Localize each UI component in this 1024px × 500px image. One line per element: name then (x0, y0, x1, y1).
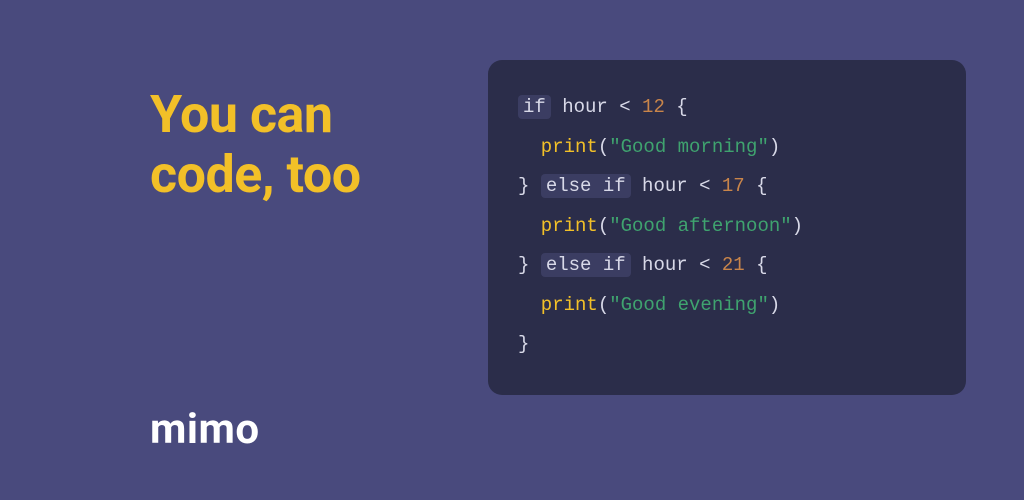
string-literal: "Good morning" (609, 136, 769, 158)
brace-open: { (756, 175, 767, 197)
string-literal: "Good evening" (609, 294, 769, 316)
function-name: print (541, 215, 598, 237)
code-block: if hour < 12 { print("Good morning") } e… (488, 60, 966, 395)
string-literal: "Good afternoon" (609, 215, 791, 237)
code-line: print("Good afternoon") (518, 207, 936, 247)
brace-close: } (518, 254, 529, 276)
keyword-else-if: else if (541, 253, 631, 277)
number-literal: 21 (722, 254, 745, 276)
brand-logo: mimo (150, 405, 260, 454)
paren-close: ) (769, 136, 780, 158)
code-line: } else if hour < 17 { (518, 167, 936, 207)
variable: hour (562, 96, 608, 118)
variable: hour (642, 175, 688, 197)
code-line: print("Good evening") (518, 286, 936, 326)
function-name: print (541, 136, 598, 158)
headline: You cancode, too (150, 85, 361, 205)
paren-open: ( (598, 136, 609, 158)
code-line: print("Good morning") (518, 128, 936, 168)
paren-open: ( (598, 215, 609, 237)
operator: < (619, 96, 630, 118)
brace-close: } (518, 175, 529, 197)
brace-close: } (518, 333, 529, 355)
code-line: } (518, 325, 936, 365)
keyword-if: if (518, 95, 551, 119)
function-name: print (541, 294, 598, 316)
brace-open: { (676, 96, 687, 118)
number-literal: 17 (722, 175, 745, 197)
keyword-else-if: else if (541, 174, 631, 198)
code-line: } else if hour < 21 { (518, 246, 936, 286)
operator: < (699, 175, 710, 197)
operator: < (699, 254, 710, 276)
variable: hour (642, 254, 688, 276)
paren-close: ) (792, 215, 803, 237)
number-literal: 12 (642, 96, 665, 118)
paren-open: ( (598, 294, 609, 316)
paren-close: ) (769, 294, 780, 316)
brace-open: { (756, 254, 767, 276)
code-line: if hour < 12 { (518, 88, 936, 128)
